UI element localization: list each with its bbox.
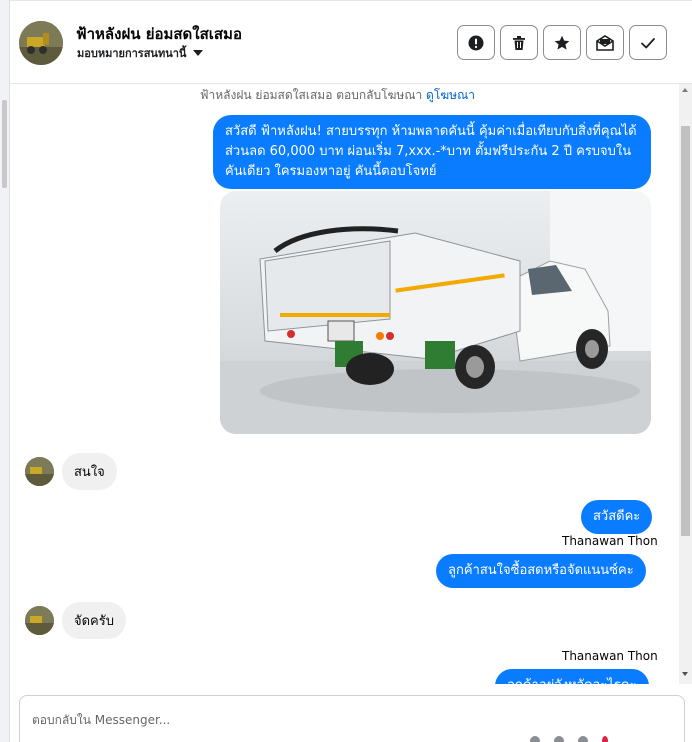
scroll-down-arrow-icon[interactable] bbox=[682, 672, 688, 676]
outgoing-message[interactable]: สวัสดีคะ bbox=[581, 500, 653, 534]
outgoing-message[interactable]: สวัสดี ฟ้าหลังฝน! สายบรรทุก ห้ามพลาดคันน… bbox=[213, 115, 651, 189]
reply-input-placeholder[interactable]: ตอบกลับใน Messenger... bbox=[32, 711, 170, 730]
mark-done-button[interactable] bbox=[629, 25, 667, 60]
incoming-message[interactable]: สนใจ bbox=[62, 453, 117, 490]
star-icon bbox=[554, 35, 570, 50]
view-ad-link[interactable]: ดูโฆษณา bbox=[426, 88, 475, 102]
scroll-up-arrow-icon[interactable] bbox=[682, 88, 688, 92]
scroll-thumb[interactable] bbox=[681, 126, 690, 536]
caret-down-icon bbox=[193, 50, 204, 56]
customer-avatar[interactable] bbox=[25, 606, 54, 635]
star-button[interactable] bbox=[543, 25, 581, 60]
trash-icon bbox=[513, 35, 525, 50]
assign-label: มอบหมายการสนทนานี้ bbox=[77, 47, 187, 60]
mark-spam-button[interactable] bbox=[457, 25, 495, 60]
outgoing-message[interactable]: ลูกค้าอยู่จังหวัดอะไรคะ bbox=[495, 669, 649, 684]
truck-ad-image[interactable] bbox=[220, 191, 651, 434]
outgoing-message[interactable]: ลูกค้าสนใจซื้อสดหรือจัดแนนซ์คะ bbox=[436, 554, 646, 588]
header-top-border bbox=[10, 0, 692, 4]
conversation-header: ฟ้าหลังฝน ย่อมสดใสเสมอ มอบหมายการสนทนานี… bbox=[10, 0, 692, 84]
left-panel-edge bbox=[0, 0, 10, 742]
composer-tools bbox=[530, 736, 608, 742]
ad-reply-text: ฟ้าหลังฝน ย่อมสดใสเสมอ ตอบกลับโฆษณา bbox=[200, 88, 423, 102]
left-scroll-thumb[interactable] bbox=[2, 100, 7, 188]
ad-reply-notice: ฟ้าหลังฝน ย่อมสดใสเสมอ ตอบกลับโฆษณา ดูโฆ… bbox=[200, 86, 475, 105]
more-options-icon[interactable] bbox=[602, 736, 608, 742]
assign-conversation-dropdown[interactable]: มอบหมายการสนทนานี้ bbox=[77, 44, 204, 62]
emoji-icon[interactable] bbox=[578, 736, 588, 742]
delete-button[interactable] bbox=[500, 25, 538, 60]
envelope-open-icon bbox=[596, 34, 614, 51]
sender-name: Thanawan Thon bbox=[562, 649, 658, 663]
checkmark-icon bbox=[641, 37, 655, 48]
image-icon[interactable] bbox=[554, 736, 564, 742]
sender-name: Thanawan Thon bbox=[562, 534, 658, 548]
page-title: ฟ้าหลังฝน ย่อมสดใสเสมอ bbox=[76, 25, 242, 43]
attachment-icon[interactable] bbox=[530, 736, 540, 742]
reply-composer[interactable]: ตอบกลับใน Messenger... bbox=[19, 695, 685, 742]
thread-scrollbar[interactable] bbox=[679, 84, 692, 684]
mark-unread-button[interactable] bbox=[586, 25, 624, 60]
customer-avatar[interactable] bbox=[25, 457, 54, 486]
alert-icon bbox=[468, 35, 484, 50]
message-thread[interactable]: ฟ้าหลังฝน ย่อมสดใสเสมอ ตอบกลับโฆษณา ดูโฆ… bbox=[10, 84, 679, 684]
incoming-message[interactable]: จัดครับ bbox=[62, 602, 126, 639]
page-avatar[interactable] bbox=[19, 21, 63, 65]
